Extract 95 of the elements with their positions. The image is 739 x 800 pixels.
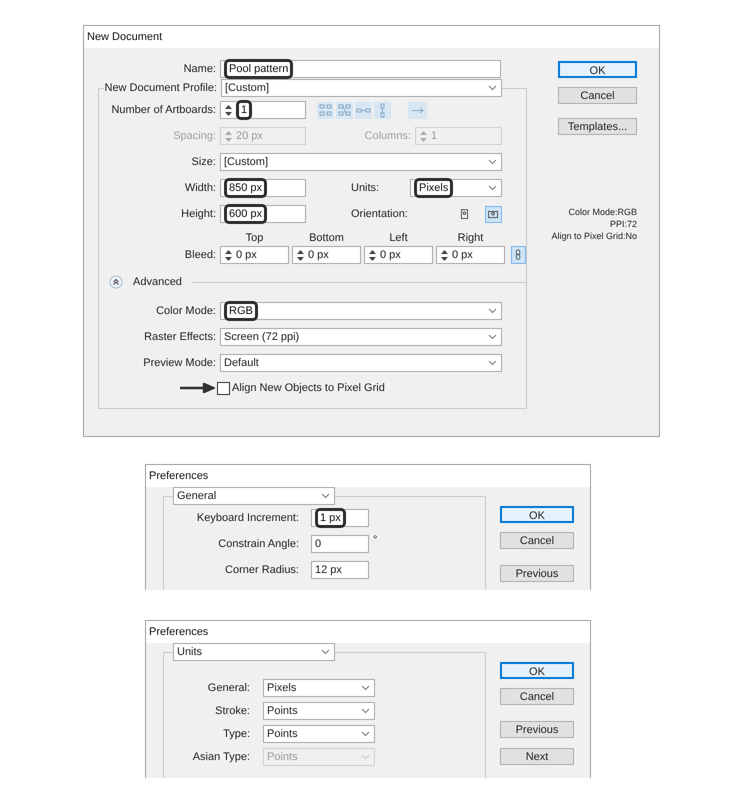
field-label: Units:	[350, 180, 380, 196]
highlight-outline: 1	[236, 100, 252, 120]
field-label: Keyboard Increment:	[196, 510, 300, 526]
dialog-button[interactable]: Cancel	[500, 688, 574, 705]
section-label: Advanced	[133, 274, 182, 290]
chevron-down-icon	[488, 334, 497, 340]
field-label: Width:	[184, 180, 217, 196]
dialog-button[interactable]: Previous	[500, 721, 574, 738]
field-label: General:	[206, 680, 251, 696]
summary-text: Align to Pixel Grid:No	[551, 230, 637, 242]
option-dropdown[interactable]: Default	[220, 354, 502, 372]
field-label: Spacing:	[172, 128, 217, 144]
chevron-down-icon	[361, 754, 370, 760]
input-field[interactable]: 1 px	[311, 509, 369, 527]
column-heading: Bottom	[308, 231, 345, 245]
column-heading: Left	[388, 231, 409, 245]
chevron-down-icon	[488, 360, 497, 366]
field-label: Color Mode:	[155, 304, 217, 319]
input-field[interactable]: 0	[311, 535, 369, 553]
highlight-outline: Pixels	[414, 178, 454, 198]
height-field[interactable]: 600 px	[220, 205, 306, 223]
window-title: Preferences	[148, 624, 208, 640]
option-dropdown[interactable]: Screen (72 ppi)	[220, 328, 502, 346]
field-label: Number of Artboards:	[110, 102, 217, 118]
field-label: Preview Mode:	[142, 356, 217, 371]
section-dropdown[interactable]: Units	[173, 643, 335, 661]
summary-text: PPI:72	[610, 218, 637, 230]
spinner-icon[interactable]	[224, 104, 233, 116]
field-label: Type:	[222, 726, 251, 742]
option-dropdown[interactable]: Points	[263, 725, 375, 743]
highlight-outline: RGB	[224, 301, 258, 321]
collapse-icon[interactable]	[109, 275, 123, 289]
section-dropdown[interactable]: General	[173, 487, 335, 505]
spinner-icon[interactable]	[368, 248, 377, 262]
chevron-down-icon	[488, 185, 497, 191]
dialog-button[interactable]: Cancel	[558, 87, 637, 104]
field-label: Raster Effects:	[143, 330, 217, 345]
bleed-field[interactable]: 0 px	[292, 246, 361, 264]
landscape-icon[interactable]	[485, 206, 502, 222]
size-dropdown[interactable]: [Custom]	[220, 153, 502, 171]
width-field[interactable]: 850 px	[220, 179, 306, 197]
highlight-outline: 600 px	[224, 204, 268, 224]
checkbox-label: Align New Objects to Pixel Grid	[232, 380, 385, 396]
bleed-field[interactable]: 0 px	[220, 246, 289, 264]
spinner-icon[interactable]	[296, 248, 305, 262]
highlight-outline: Pool pattern	[224, 59, 294, 79]
field-label: Corner Radius:	[224, 562, 300, 578]
chevron-down-icon	[488, 308, 497, 314]
dialog-button[interactable]: Next	[500, 748, 574, 765]
option-dropdown[interactable]: Points	[263, 702, 375, 720]
profile-dropdown[interactable]: [Custom]	[221, 79, 502, 97]
chevron-down-icon	[488, 159, 497, 165]
chevron-down-icon	[488, 85, 497, 91]
highlight-outline: 850 px	[224, 178, 268, 198]
field-label: Bleed:	[184, 248, 217, 263]
field-label: Orientation:	[350, 206, 409, 222]
option-dropdown[interactable]: RGB	[220, 302, 502, 320]
column-heading: Right	[456, 231, 484, 245]
bleed-field[interactable]: 0 px	[364, 246, 433, 264]
spinner-icon[interactable]	[440, 248, 449, 262]
field-label: Columns:	[364, 128, 412, 144]
summary-text: Color Mode:RGB	[568, 206, 637, 218]
bleed-field[interactable]: 0 px	[436, 246, 505, 264]
column-heading: Top	[244, 231, 264, 245]
field-label: Constrain Angle:	[217, 536, 300, 552]
chevron-down-icon	[321, 649, 330, 655]
field-label: Size:	[190, 154, 217, 170]
artboards-field[interactable]: 1	[220, 101, 306, 119]
window-title: Preferences	[148, 468, 208, 484]
chevron-down-icon	[321, 493, 330, 499]
input-field[interactable]: 12 px	[311, 561, 369, 579]
name-field[interactable]: Pool pattern	[220, 60, 501, 78]
dialog-button[interactable]: Templates...	[558, 118, 637, 135]
highlight-outline: 1 px	[315, 508, 346, 528]
checkbox[interactable]	[217, 382, 230, 394]
dialog-button[interactable]: OK	[558, 61, 637, 78]
link-icon[interactable]	[511, 246, 526, 264]
option-dropdown[interactable]: Pixels	[263, 679, 375, 697]
dialog-button[interactable]: OK	[500, 662, 574, 679]
field-label: New Document Profile:	[104, 80, 218, 96]
field-label: Stroke:	[214, 704, 251, 719]
field-label: Height:	[180, 206, 217, 222]
pointer-arrow-icon	[179, 383, 215, 393]
unit-label: °	[373, 532, 378, 548]
field-label: Asian Type:	[192, 750, 251, 765]
chevron-down-icon	[361, 685, 370, 691]
dialog-button[interactable]: Cancel	[500, 532, 574, 549]
chevron-down-icon	[361, 708, 370, 714]
field-label: Name:	[182, 62, 217, 77]
chevron-down-icon	[361, 731, 370, 737]
dialog-button[interactable]: OK	[500, 506, 574, 523]
window-title: New Document	[86, 30, 162, 45]
select-field[interactable]: Pixels	[410, 179, 502, 197]
dialog-button[interactable]: Previous	[500, 565, 574, 582]
spinner-icon[interactable]	[224, 248, 233, 262]
